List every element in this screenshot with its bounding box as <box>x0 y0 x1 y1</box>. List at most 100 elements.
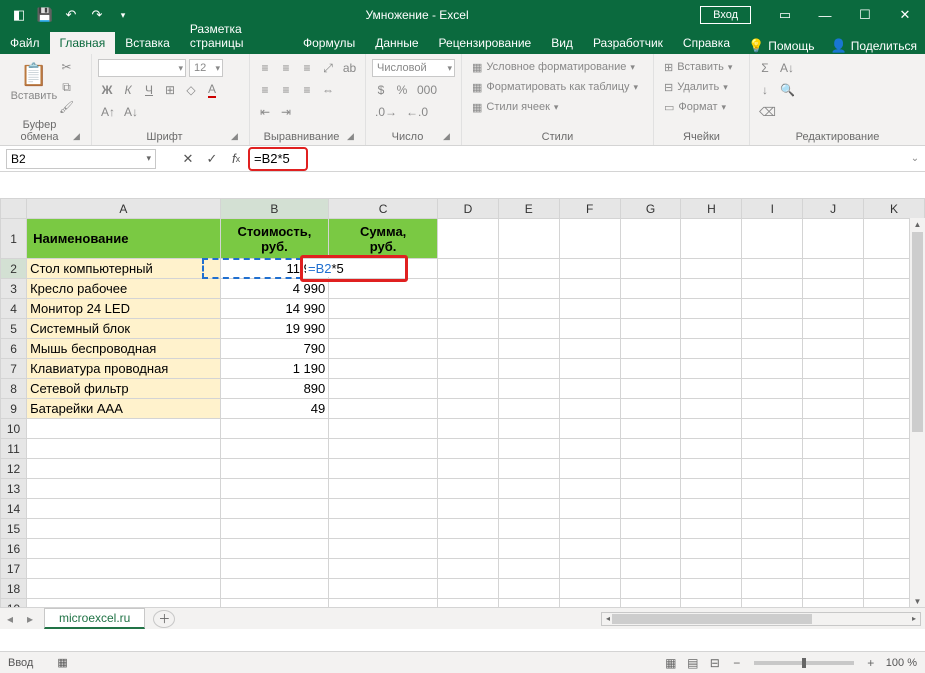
cell[interactable] <box>742 319 803 339</box>
cell[interactable] <box>803 219 864 259</box>
cell[interactable] <box>437 499 498 519</box>
tab-formulas[interactable]: Формулы <box>293 32 365 54</box>
cell[interactable] <box>27 459 220 479</box>
cell[interactable] <box>620 539 681 559</box>
row-header-18[interactable]: 18 <box>1 579 27 599</box>
conditional-formatting-button[interactable]: ▦Условное форматирование▾ <box>468 58 647 76</box>
cell[interactable] <box>803 379 864 399</box>
align-left-button[interactable]: ≡ <box>256 81 274 99</box>
cell[interactable]: Наименование <box>27 219 220 259</box>
minimize-button[interactable]: — <box>805 0 845 30</box>
cell[interactable] <box>559 339 620 359</box>
paste-button[interactable]: 📋 Вставить <box>14 58 54 114</box>
cell[interactable] <box>437 519 498 539</box>
cell[interactable] <box>559 419 620 439</box>
tab-review[interactable]: Рецензирование <box>429 32 542 54</box>
cell-editor[interactable]: =B2*5 <box>306 259 346 277</box>
cell[interactable] <box>437 559 498 579</box>
zoom-knob[interactable] <box>802 658 806 668</box>
cell[interactable]: Мышь беспроводная <box>27 339 220 359</box>
formula-cancel-button[interactable]: ✕ <box>176 149 200 169</box>
cell[interactable] <box>681 599 742 608</box>
cell[interactable] <box>681 339 742 359</box>
insert-function-button[interactable]: fx <box>224 149 248 169</box>
redo-icon[interactable]: ↷ <box>86 4 108 26</box>
cell[interactable] <box>681 419 742 439</box>
wrap-text-button[interactable]: ab <box>340 59 359 77</box>
cell[interactable] <box>803 259 864 279</box>
scroll-up-icon[interactable]: ▲ <box>910 218 925 230</box>
cell[interactable] <box>220 539 329 559</box>
cell[interactable] <box>220 479 329 499</box>
cell[interactable] <box>27 439 220 459</box>
cell[interactable] <box>620 579 681 599</box>
cell[interactable] <box>559 279 620 299</box>
cell[interactable] <box>498 399 559 419</box>
cell[interactable] <box>498 279 559 299</box>
row-header-16[interactable]: 16 <box>1 539 27 559</box>
cell[interactable] <box>329 479 438 499</box>
cell[interactable] <box>559 219 620 259</box>
tab-help[interactable]: Справка <box>673 32 740 54</box>
cell[interactable] <box>437 339 498 359</box>
vscroll-thumb[interactable] <box>912 232 923 432</box>
cell[interactable] <box>220 439 329 459</box>
hscroll-thumb[interactable] <box>612 614 812 624</box>
col-header-F[interactable]: F <box>559 199 620 219</box>
cell[interactable] <box>803 279 864 299</box>
orientation-button[interactable]: ⤢ <box>319 59 337 77</box>
font-size-select[interactable]: 12 <box>189 59 223 77</box>
cell[interactable] <box>329 299 438 319</box>
row-header-3[interactable]: 3 <box>1 279 27 299</box>
tab-home[interactable]: Главная <box>50 32 116 54</box>
cell[interactable] <box>27 539 220 559</box>
cell[interactable] <box>437 419 498 439</box>
zoom-in-button[interactable]: + <box>860 655 882 671</box>
cell[interactable]: 14 990 <box>220 299 329 319</box>
cell[interactable] <box>498 219 559 259</box>
grid-scroll[interactable]: A B C D E F G H I J K 1НаименованиеСтоим… <box>0 198 925 607</box>
cell[interactable] <box>620 419 681 439</box>
cell[interactable] <box>681 519 742 539</box>
zoom-out-button[interactable]: − <box>726 655 748 671</box>
cell[interactable] <box>437 379 498 399</box>
cell[interactable] <box>681 279 742 299</box>
cell[interactable] <box>681 439 742 459</box>
cell[interactable] <box>329 339 438 359</box>
cell[interactable] <box>498 499 559 519</box>
cell[interactable] <box>329 579 438 599</box>
cell[interactable]: Стоимость,руб. <box>220 219 329 259</box>
decrease-indent-button[interactable]: ⇤ <box>256 103 274 121</box>
row-header-4[interactable]: 4 <box>1 299 27 319</box>
cell[interactable] <box>559 319 620 339</box>
formula-enter-button[interactable]: ✓ <box>200 149 224 169</box>
fill-button[interactable]: ↓ <box>756 81 774 99</box>
cell[interactable] <box>329 379 438 399</box>
cell[interactable] <box>620 279 681 299</box>
cell[interactable] <box>681 579 742 599</box>
cell[interactable] <box>620 299 681 319</box>
col-header-A[interactable]: A <box>27 199 220 219</box>
cell[interactable] <box>437 219 498 259</box>
find-select-button[interactable]: 🔍 <box>777 81 798 99</box>
align-right-button[interactable]: ≡ <box>298 81 316 99</box>
cell[interactable] <box>559 479 620 499</box>
cell[interactable] <box>437 319 498 339</box>
cell[interactable] <box>742 379 803 399</box>
cell[interactable]: Стол компьютерный <box>27 259 220 279</box>
row-header-9[interactable]: 9 <box>1 399 27 419</box>
cell[interactable] <box>437 479 498 499</box>
cell[interactable] <box>437 439 498 459</box>
login-button[interactable]: Вход <box>700 6 751 24</box>
cell[interactable]: 890 <box>220 379 329 399</box>
cell[interactable] <box>681 359 742 379</box>
cell[interactable] <box>742 599 803 608</box>
cell[interactable] <box>620 399 681 419</box>
cell[interactable] <box>742 259 803 279</box>
cell[interactable]: Сетевой фильтр <box>27 379 220 399</box>
cell[interactable] <box>803 539 864 559</box>
cell[interactable] <box>803 499 864 519</box>
cell[interactable] <box>620 559 681 579</box>
view-page-break-button[interactable]: ⊟ <box>704 655 726 671</box>
cell[interactable] <box>27 419 220 439</box>
